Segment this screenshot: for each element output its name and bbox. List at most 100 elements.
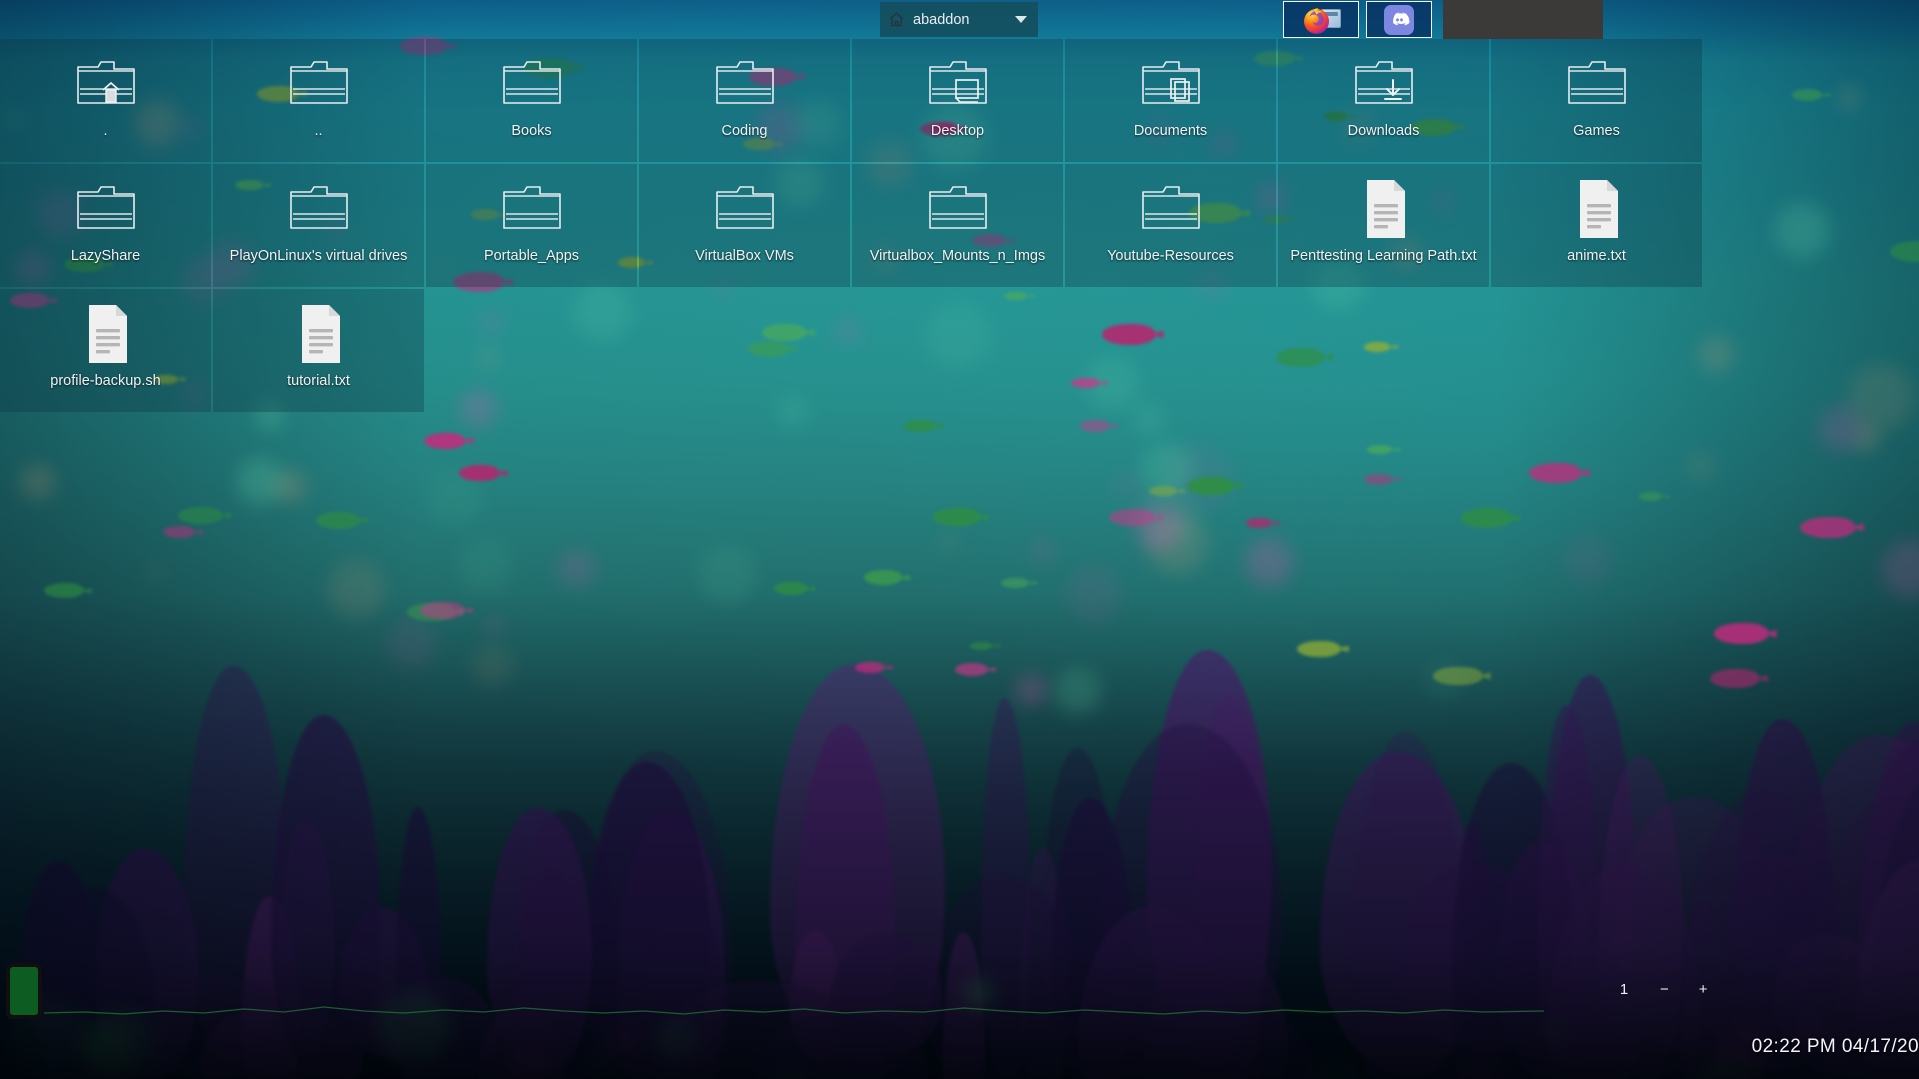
zoom-out-button[interactable]: − [1660, 981, 1669, 998]
folder-icon [1561, 51, 1633, 117]
desktop-icon[interactable]: Desktop [852, 39, 1063, 162]
taskbar-button-discord[interactable] [1366, 1, 1432, 38]
fish-decoration [1528, 462, 1582, 483]
folder-icon [1135, 176, 1207, 242]
desktop-icon[interactable]: tutorial.txt [213, 289, 424, 412]
desktop-icon[interactable]: .. [213, 39, 424, 162]
home-icon [888, 11, 905, 28]
taskbar-button-firefox[interactable] [1283, 1, 1359, 38]
folder-icon [283, 176, 355, 242]
desktop-icon-label: Penttesting Learning Path.txt [1290, 248, 1477, 264]
fish-decoration [1432, 666, 1483, 686]
network-graph [44, 1006, 1544, 1015]
desktop-icon-label: Documents [1133, 123, 1208, 139]
zoom-controls[interactable]: 1 − + [1618, 972, 1738, 1006]
desktop-icon[interactable]: Downloads [1278, 39, 1489, 162]
text-file-icon [283, 301, 355, 367]
fish-decoration [1001, 577, 1029, 589]
desktop-icon[interactable]: Coding [639, 39, 850, 162]
fish-decoration [1246, 518, 1272, 529]
fish-decoration [1714, 623, 1769, 645]
desktop-icon[interactable]: LazyShare [0, 164, 211, 287]
desktop-icon-label: LazyShare [70, 248, 141, 264]
desktop-icon-label: Books [511, 123, 552, 139]
desktop-icon-label: Portable_Apps [483, 248, 580, 264]
folder-icon [922, 176, 994, 242]
fish-decoration [163, 526, 196, 539]
fish-decoration [1108, 508, 1155, 527]
fish-decoration [854, 661, 885, 673]
folder-icon [1135, 51, 1207, 117]
desktop-icon-label: Downloads [1347, 123, 1420, 139]
fish-decoration [44, 583, 84, 599]
fish-decoration [1187, 476, 1234, 495]
desktop-icon[interactable]: Youtube-Resources [1065, 164, 1276, 287]
folder-icon [709, 51, 781, 117]
desktop-icon-label: . [103, 123, 108, 139]
desktop-icon-label: Coding [721, 123, 768, 139]
fish-decoration [424, 432, 467, 449]
system-monitor-widget[interactable] [6, 963, 42, 1019]
desktop-icon[interactable]: PlayOnLinux's virtual drives [213, 164, 424, 287]
desktop-icon-label: Games [1573, 123, 1620, 139]
folder-icon [922, 51, 994, 117]
firefox-icon [1301, 2, 1341, 38]
desktop-icon[interactable]: . [0, 39, 211, 162]
zoom-level-value: 1 [1619, 980, 1629, 998]
place-chooser-label: abaddon [913, 11, 970, 28]
folder-icon [283, 51, 355, 117]
fish-decoration [315, 511, 360, 529]
desktop-icon-label: Virtualbox_Mounts_n_Imgs [869, 248, 1046, 264]
desktop-icon-label: Youtube-Resources [1107, 248, 1234, 264]
fish-decoration [420, 601, 466, 619]
zoom-in-button[interactable]: + [1699, 981, 1708, 998]
desktop-root[interactable]: abaddon . .. Books Coding Desktop Docume… [0, 0, 1919, 1079]
desktop-icon-label: VirtualBox VMs [695, 248, 794, 264]
desktop-icon-label: profile-backup.sh [50, 373, 161, 389]
fish-decoration [969, 641, 993, 651]
desktop-icon-label: anime.txt [1567, 248, 1626, 264]
desktop-icon[interactable]: Books [426, 39, 637, 162]
folder-icon [709, 176, 781, 242]
fish-decoration [1461, 508, 1513, 528]
folder-icon [496, 51, 568, 117]
desktop-icon-grid[interactable]: . .. Books Coding Desktop Documents Down… [0, 39, 1702, 412]
desktop-icon[interactable]: Virtualbox_Mounts_n_Imgs [852, 164, 1063, 287]
fish-decoration [955, 663, 989, 676]
desktop-icon[interactable]: Games [1491, 39, 1702, 162]
folder-icon [70, 176, 142, 242]
fish-decoration [1800, 516, 1856, 538]
desktop-icon[interactable]: profile-backup.sh [0, 289, 211, 412]
text-file-icon [1561, 176, 1633, 242]
fish-decoration [1638, 492, 1662, 502]
desktop-icon[interactable]: Documents [1065, 39, 1276, 162]
desktop-icon-label: PlayOnLinux's virtual drives [229, 248, 408, 264]
fish-decoration [863, 570, 902, 585]
fish-decoration [903, 419, 936, 432]
clock-widget[interactable]: 02:22 PM 04/17/20 [1752, 1036, 1919, 1058]
fish-decoration [1363, 473, 1394, 485]
folder-icon [496, 176, 568, 242]
desktop-icon-label: .. [314, 123, 323, 139]
folder-icon [70, 51, 142, 117]
discord-icon [1384, 4, 1414, 35]
text-file-icon [70, 301, 142, 367]
system-monitor-bar [10, 967, 38, 1015]
desktop-icon-label: Desktop [930, 123, 985, 139]
fish-decoration [774, 582, 808, 596]
desktop-icon[interactable]: Penttesting Learning Path.txt [1278, 164, 1489, 287]
desktop-icon[interactable]: Portable_Apps [426, 164, 637, 287]
fish-decoration [1079, 420, 1110, 432]
fish-decoration [1297, 640, 1341, 658]
folder-icon [1348, 51, 1420, 117]
desktop-icon[interactable]: anime.txt [1491, 164, 1702, 287]
top-panel[interactable]: abaddon [0, 0, 1919, 39]
place-chooser-dropdown[interactable]: abaddon [880, 2, 1038, 37]
text-file-icon [1348, 176, 1420, 242]
panel-filler [1443, 0, 1603, 39]
fish-decoration [458, 465, 500, 482]
fish-decoration [177, 506, 224, 524]
fish-decoration [1791, 89, 1823, 101]
chevron-down-icon[interactable] [1015, 16, 1027, 23]
desktop-icon[interactable]: VirtualBox VMs [639, 164, 850, 287]
